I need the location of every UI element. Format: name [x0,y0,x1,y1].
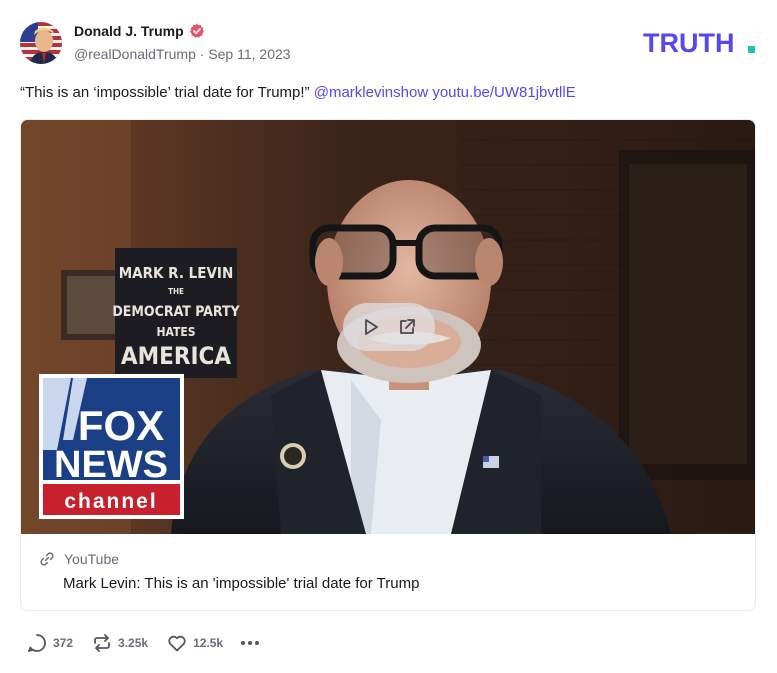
link-icon [40,552,54,566]
post-actions: 372 3.25k 12.5k [26,632,260,654]
post-text: “This is an ‘impossible’ trial date for … [20,84,576,101]
more-dot [248,641,253,645]
like-count: 12.5k [193,636,224,650]
reply-button[interactable]: 372 [26,632,73,654]
post-header: Donald J. Trump @realDonaldTrump · Sep 1… [20,22,757,66]
reply-count: 372 [53,636,74,650]
book-line-hates: HATES [157,325,196,339]
card-title[interactable]: Mark Levin: This is an 'impossible' tria… [63,575,419,592]
logo-text: TRUTH [643,28,734,58]
more-dot [241,641,246,645]
fox-logo-line3: channel [64,490,157,513]
truth-post: Donald J. Trump @realDonaldTrump · Sep 1… [0,0,777,673]
external-link-icon[interactable] [397,317,417,337]
more-dot [255,641,260,645]
reply-icon [28,634,46,652]
url-link[interactable]: youtu.be/UW81jbvtllE [432,84,575,101]
logo-dot [748,46,755,53]
meta-row: @realDonaldTrump · Sep 11, 2023 [74,46,291,62]
book-line-democrat: DEMOCRAT PARTY [112,304,240,320]
provider-row: YouTube [39,551,119,567]
meta-separator: · [199,46,205,62]
more-options-icon[interactable] [241,632,260,654]
post-date[interactable]: Sep 11, 2023 [208,46,290,62]
retruth-icon [94,634,110,652]
book-line-america: AMERICA [121,342,231,370]
play-icon[interactable] [361,317,381,337]
video-controls [343,303,435,351]
card-footer: YouTube Mark Levin: This is an 'impossib… [21,534,755,610]
name-row: Donald J. Trump [74,23,205,39]
mention-link[interactable]: @marklevinshow [314,84,428,101]
video-thumbnail[interactable]: MARK R. LEVIN THE DEMOCRAT PARTY HATES A… [21,120,755,534]
heart-icon [168,635,186,652]
truth-logo[interactable]: TRUTH [643,26,757,58]
fox-logo-line1: FOX [78,402,164,449]
like-button[interactable]: 12.5k [166,632,223,654]
book-the: THE [168,287,184,296]
avatar-image [20,22,62,64]
retruth-count: 3.25k [118,636,149,650]
card-provider: YouTube [64,551,120,567]
post-body: “This is an ‘impossible’ trial date for … [20,84,310,101]
fox-logo-line2: NEWS [54,444,168,486]
retruth-button[interactable]: 3.25k [91,632,148,654]
avatar[interactable] [20,22,62,64]
handle[interactable]: @realDonaldTrump [74,46,196,62]
verified-badge-icon [189,23,204,38]
book-author: MARK R. LEVIN [119,264,234,282]
display-name[interactable]: Donald J. Trump [74,23,184,39]
link-preview-card[interactable]: MARK R. LEVIN THE DEMOCRAT PARTY HATES A… [20,119,756,611]
